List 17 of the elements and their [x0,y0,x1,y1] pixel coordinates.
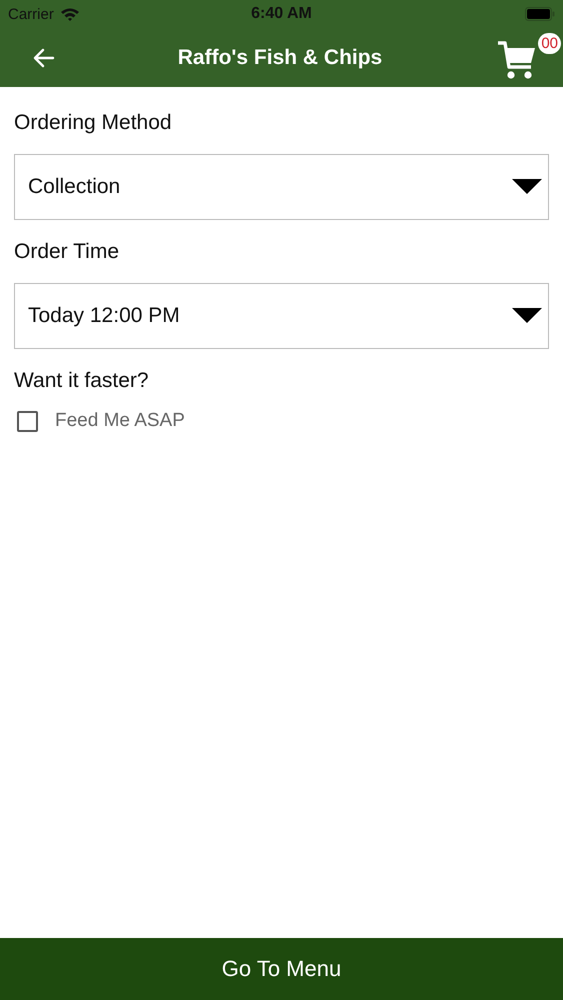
status-time: 6:40 AM [251,5,312,23]
field-label: Order Time [14,240,120,264]
checkbox[interactable] [17,410,38,432]
battery-icon [524,7,555,21]
cart-count-badge: 00 [538,32,561,54]
caret-icon [512,179,542,195]
checkbox-label[interactable]: Feed Me ASAP [55,410,185,432]
screen-title: Raffo's Fish & Chips [176,46,384,70]
dropdown-field[interactable]: Today 12:00 PM [14,283,549,349]
field-label: Ordering Method [14,111,173,135]
dropdown-field[interactable]: Collection [14,154,549,220]
go-to-menu-button[interactable]: Go To Menu [0,938,563,1000]
back-arrow-icon[interactable] [33,48,55,68]
carrier-label: Carrier [8,6,54,22]
caret-icon [512,308,542,324]
wifi-icon [60,7,80,21]
section-heading: Want it faster? [14,369,150,393]
